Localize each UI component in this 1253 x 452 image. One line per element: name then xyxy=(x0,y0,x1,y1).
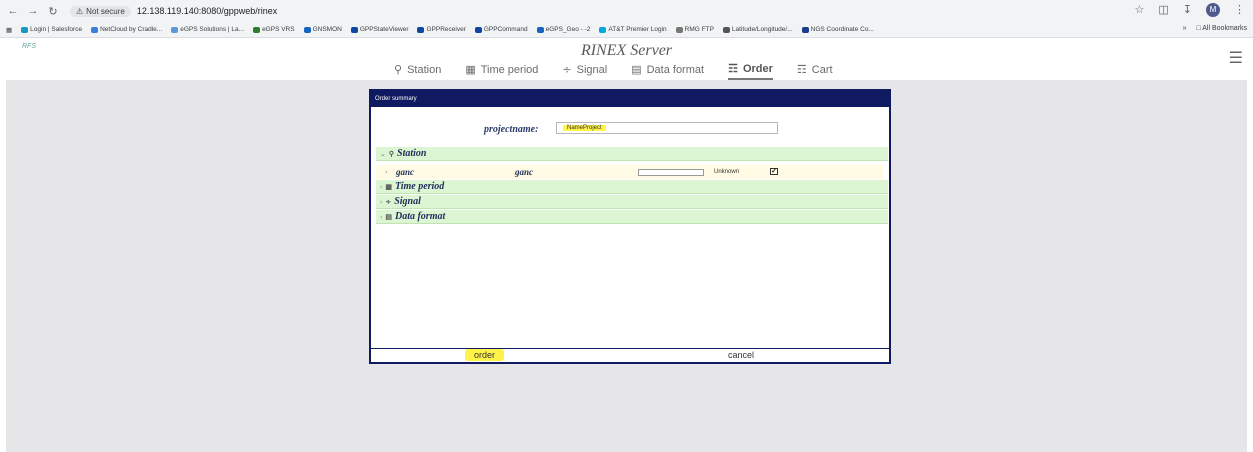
site-icon xyxy=(474,26,482,33)
url-text[interactable]: 12.138.119.140:8080/gppweb/rinex xyxy=(137,6,277,16)
station-progress-bar xyxy=(638,169,704,176)
bookmark-item[interactable]: AT&T Premier Login xyxy=(599,26,667,33)
site-icon xyxy=(303,26,311,33)
section-signal[interactable]: › ∻ Signal xyxy=(376,195,888,209)
browser-toolbar: ← → ↻ ⚠ Not secure 12.138.119.140:8080/g… xyxy=(0,0,1253,22)
bookmark-item[interactable]: GPPStateViewer xyxy=(350,26,408,33)
site-icon xyxy=(536,26,544,33)
tab-station[interactable]: ⚲ Station xyxy=(394,62,441,80)
chevron-right-icon: › xyxy=(385,168,388,176)
bookmarks-bar: ▦ Login | Salesforce NetCloud by Cradle.… xyxy=(0,22,1253,38)
hamburger-menu-icon[interactable]: ☰ xyxy=(1229,48,1243,68)
browser-menu-icon[interactable]: ⋮ xyxy=(1234,3,1245,17)
app-header: RFS RINEX Server ☰ ⚲ Station ▦ Time period… xyxy=(0,38,1253,80)
signal-icon: ∻ xyxy=(385,198,392,206)
tab-signal[interactable]: ∻ Signal xyxy=(562,62,607,80)
site-icon xyxy=(253,26,261,33)
calendar-icon: ▦ xyxy=(385,183,392,191)
globe-icon xyxy=(722,26,730,33)
download-icon[interactable]: ↧ xyxy=(1183,3,1192,17)
tab-data-format[interactable]: ▤ Data format xyxy=(631,62,704,80)
bookmark-star-icon[interactable]: ☆ xyxy=(1135,3,1145,17)
all-bookmarks-folder[interactable]: □ All Bookmarks xyxy=(1196,25,1247,32)
marker-icon: ⚲ xyxy=(388,150,395,158)
project-name-label: projectname: xyxy=(484,124,539,135)
station-checkbox[interactable]: ✓ xyxy=(770,168,778,175)
cloud-icon xyxy=(91,26,99,33)
file-icon: ▤ xyxy=(631,64,642,76)
section-time-period[interactable]: › ▦ Time period xyxy=(376,180,888,194)
project-name-value: NameProject xyxy=(563,125,606,131)
profile-avatar[interactable]: M xyxy=(1206,3,1220,17)
site-icon xyxy=(417,26,425,33)
section-station[interactable]: ⌄ ⚲ Station xyxy=(376,147,888,161)
bookmark-item[interactable]: Login | Salesforce xyxy=(21,26,82,33)
bookmark-item[interactable]: eGPS VRS xyxy=(253,26,295,33)
salesforce-icon xyxy=(21,26,29,33)
station-code: ganc xyxy=(515,167,533,177)
bookmark-item[interactable]: NetCloud by Cradle... xyxy=(91,26,162,33)
reload-icon[interactable]: ↻ xyxy=(46,5,60,18)
bookmark-item[interactable]: GPPCommand xyxy=(474,26,528,33)
file-icon: ▤ xyxy=(385,213,392,221)
project-name-input[interactable]: NameProject xyxy=(556,122,778,134)
cancel-button[interactable]: cancel xyxy=(728,350,754,360)
calendar-icon: ▦ xyxy=(465,64,476,76)
dialog-title: Order summary xyxy=(371,91,889,107)
bookmark-item[interactable]: Latitude/Longitude/... xyxy=(722,26,793,33)
more-bookmarks-icon[interactable]: » xyxy=(1183,25,1187,32)
tab-cart[interactable]: ☶ Cart xyxy=(797,62,833,80)
site-icon xyxy=(350,26,358,33)
bookmark-item[interactable]: NGS Coordinate Co... xyxy=(801,26,874,33)
security-indicator[interactable]: ⚠ Not secure xyxy=(70,5,131,17)
back-icon[interactable]: ← xyxy=(6,5,20,17)
extensions-icon[interactable]: ◫ xyxy=(1158,3,1168,17)
apps-grid-icon[interactable]: ▦ xyxy=(6,26,12,34)
marker-icon: ⚲ xyxy=(394,64,403,76)
ftp-icon xyxy=(675,26,683,33)
section-data-format[interactable]: › ▤ Data format xyxy=(376,210,888,224)
chevron-right-icon: › xyxy=(380,213,383,221)
bookmark-item[interactable]: GNSMON xyxy=(303,26,342,33)
cart-icon: ☶ xyxy=(796,64,807,76)
app-title: RINEX Server xyxy=(580,42,673,59)
order-button[interactable]: order xyxy=(465,349,505,361)
tab-bar: ⚲ Station ▦ Time period ∻ Signal ▤ Data form… xyxy=(394,62,833,80)
bookmark-item[interactable]: GPPReceiver xyxy=(417,26,466,33)
att-icon xyxy=(599,26,607,33)
address-bar[interactable]: ⚠ Not secure 12.138.119.140:8080/gppweb/… xyxy=(70,4,1160,19)
dialog-footer: order cancel xyxy=(371,348,889,362)
station-status: Unknown xyxy=(714,169,740,175)
bookmark-item[interactable]: eGPS Solutions | La... xyxy=(171,26,244,33)
order-icon: ☶ xyxy=(728,63,738,75)
forward-icon[interactable]: → xyxy=(26,5,40,17)
tab-time-period[interactable]: ▦ Time period xyxy=(465,62,538,80)
bookmark-item[interactable]: eGPS_Geo - -2 xyxy=(536,26,590,33)
ngs-icon xyxy=(801,26,809,33)
bookmark-item[interactable]: RMG FTP xyxy=(675,26,714,33)
site-icon xyxy=(171,26,179,33)
station-row[interactable]: › ganc ganc Unknown ✓ xyxy=(376,165,883,179)
signal-icon: ∻ xyxy=(562,64,572,76)
chevron-down-icon: ⌄ xyxy=(380,150,386,158)
order-summary-dialog: Order summary projectname: NameProject ⌄… xyxy=(369,89,891,364)
chevron-right-icon: › xyxy=(380,183,383,191)
chevron-right-icon: › xyxy=(380,198,383,206)
tab-order[interactable]: ☶ Order xyxy=(728,62,773,80)
warning-icon: ⚠ xyxy=(76,6,84,16)
station-name: ganc xyxy=(396,167,414,177)
